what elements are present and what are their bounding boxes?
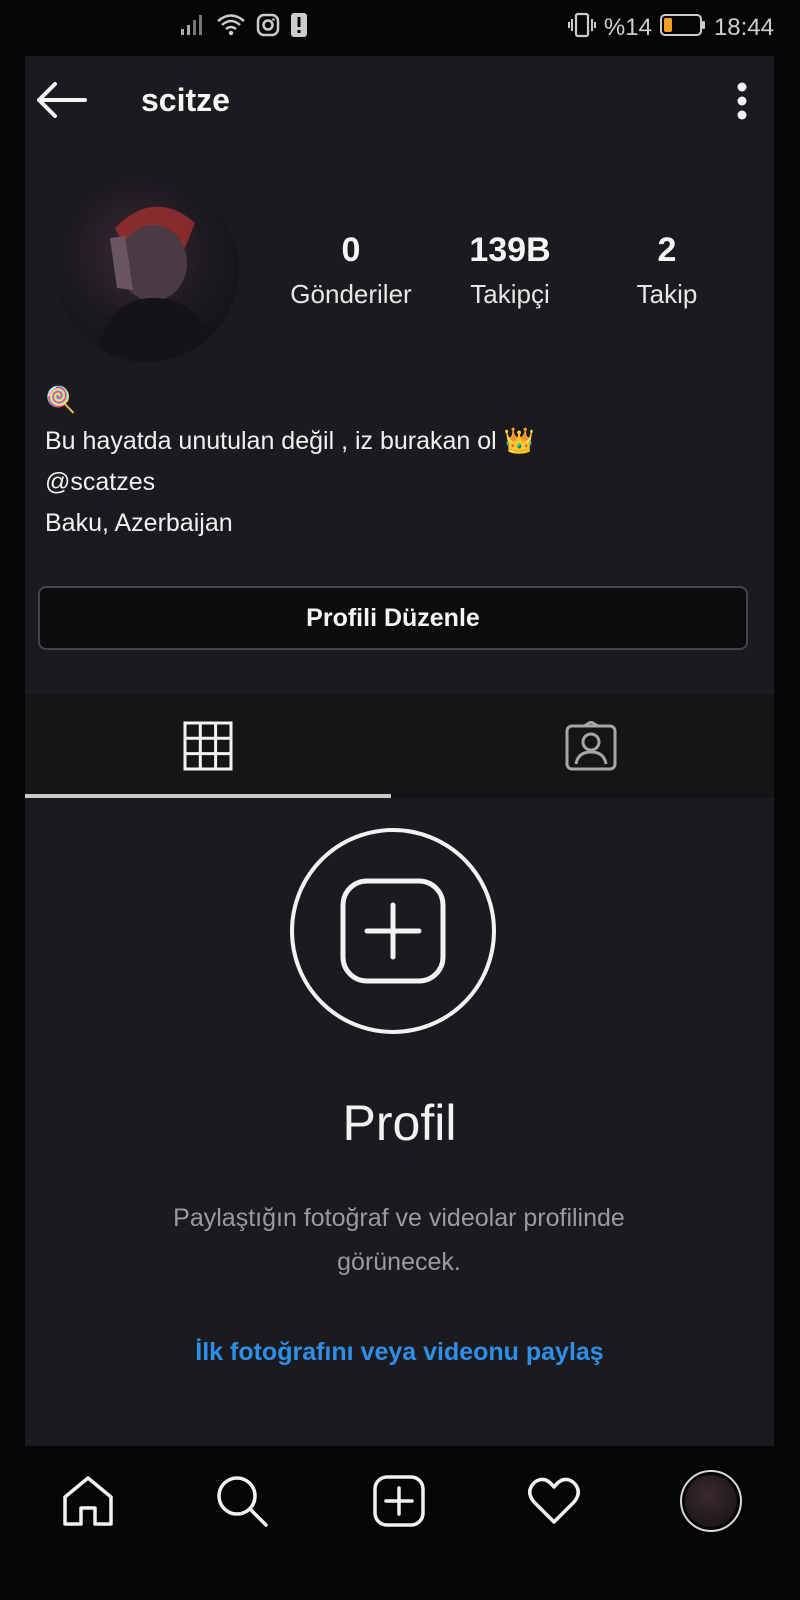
grid-icon <box>183 721 233 771</box>
share-first-post-link[interactable]: İlk fotoğrafını veya videonu paylaş <box>25 1338 774 1367</box>
create-post-circle[interactable] <box>290 828 496 1034</box>
more-vertical-icon <box>737 82 747 120</box>
status-icons-right: %14 18:44 <box>567 12 774 43</box>
stat-posts[interactable]: 0 Gönderiler <box>276 230 426 312</box>
nav-profile[interactable] <box>676 1466 746 1536</box>
signal-icon <box>180 14 206 41</box>
stat-followers-count: 139B <box>469 231 551 269</box>
avatar-illustration <box>95 206 215 362</box>
bottom-navigation <box>0 1446 800 1600</box>
back-arrow-icon <box>37 82 87 118</box>
profile-page: scitze 0 Gönderiler 139B Takipçi 2 Takip… <box>25 56 774 1446</box>
empty-posts-state: Profil Paylaştığın fotoğraf ve videolar … <box>25 798 774 1446</box>
stat-following-count: 2 <box>657 231 677 269</box>
stat-posts-count: 0 <box>341 231 361 269</box>
profile-avatar-icon <box>680 1470 742 1532</box>
status-bar: %14 18:44 <box>0 0 800 52</box>
tagged-person-icon <box>565 721 617 771</box>
profile-bio: 🍭 Bu hayatda unutulan değil , iz burakan… <box>45 380 745 544</box>
profile-username: scitze <box>141 82 230 118</box>
tab-tagged[interactable] <box>408 694 774 798</box>
nav-home[interactable] <box>53 1466 123 1536</box>
nav-new-post[interactable] <box>364 1466 434 1536</box>
top-bar: scitze <box>25 56 774 146</box>
back-button[interactable] <box>33 78 89 122</box>
activity-heart-icon <box>528 1477 580 1524</box>
clock: 18:44 <box>713 13 774 41</box>
instagram-notification-icon <box>256 13 280 42</box>
stat-followers[interactable]: 139B Takipçi <box>435 230 585 312</box>
tab-grid[interactable] <box>25 694 391 798</box>
profile-avatar-thumbnail <box>685 1475 737 1527</box>
stat-followers-label: Takipçi <box>470 279 550 309</box>
profile-tabs <box>25 694 774 798</box>
empty-state-title: Profil <box>342 1095 457 1151</box>
bio-emoji-line: 🍭 <box>45 386 77 414</box>
stat-posts-label: Gönderiler <box>290 279 412 309</box>
battery-icon <box>659 13 706 42</box>
wifi-icon <box>216 13 246 42</box>
instagram-profile-screen: %14 18:44 scitze 0 Gönderiler 139B Takip… <box>0 0 800 1600</box>
edit-profile-button[interactable]: Profili Düzenle <box>38 586 748 650</box>
bio-text: Bu hayatda unutulan değil , iz burakan o… <box>45 427 535 455</box>
search-icon <box>217 1476 268 1527</box>
more-options-button[interactable] <box>722 76 762 126</box>
alert-icon <box>290 12 308 43</box>
new-post-icon <box>373 1475 425 1527</box>
battery-percent: %14 <box>603 13 652 41</box>
stat-following-label: Takip <box>636 279 698 309</box>
profile-avatar[interactable] <box>55 178 239 362</box>
home-icon <box>63 1476 113 1526</box>
vibrate-icon <box>567 12 596 43</box>
add-post-icon <box>340 878 446 984</box>
empty-state-description: Paylaştığın fotoğraf ve videolar profili… <box>173 1204 625 1276</box>
nav-activity[interactable] <box>519 1466 589 1536</box>
stat-following[interactable]: 2 Takip <box>592 230 742 312</box>
bio-location: Baku, Azerbaijan <box>45 509 233 537</box>
nav-search[interactable] <box>207 1466 277 1536</box>
bio-mention-link[interactable]: @scatzes <box>45 462 745 503</box>
status-icons-left <box>180 12 308 43</box>
